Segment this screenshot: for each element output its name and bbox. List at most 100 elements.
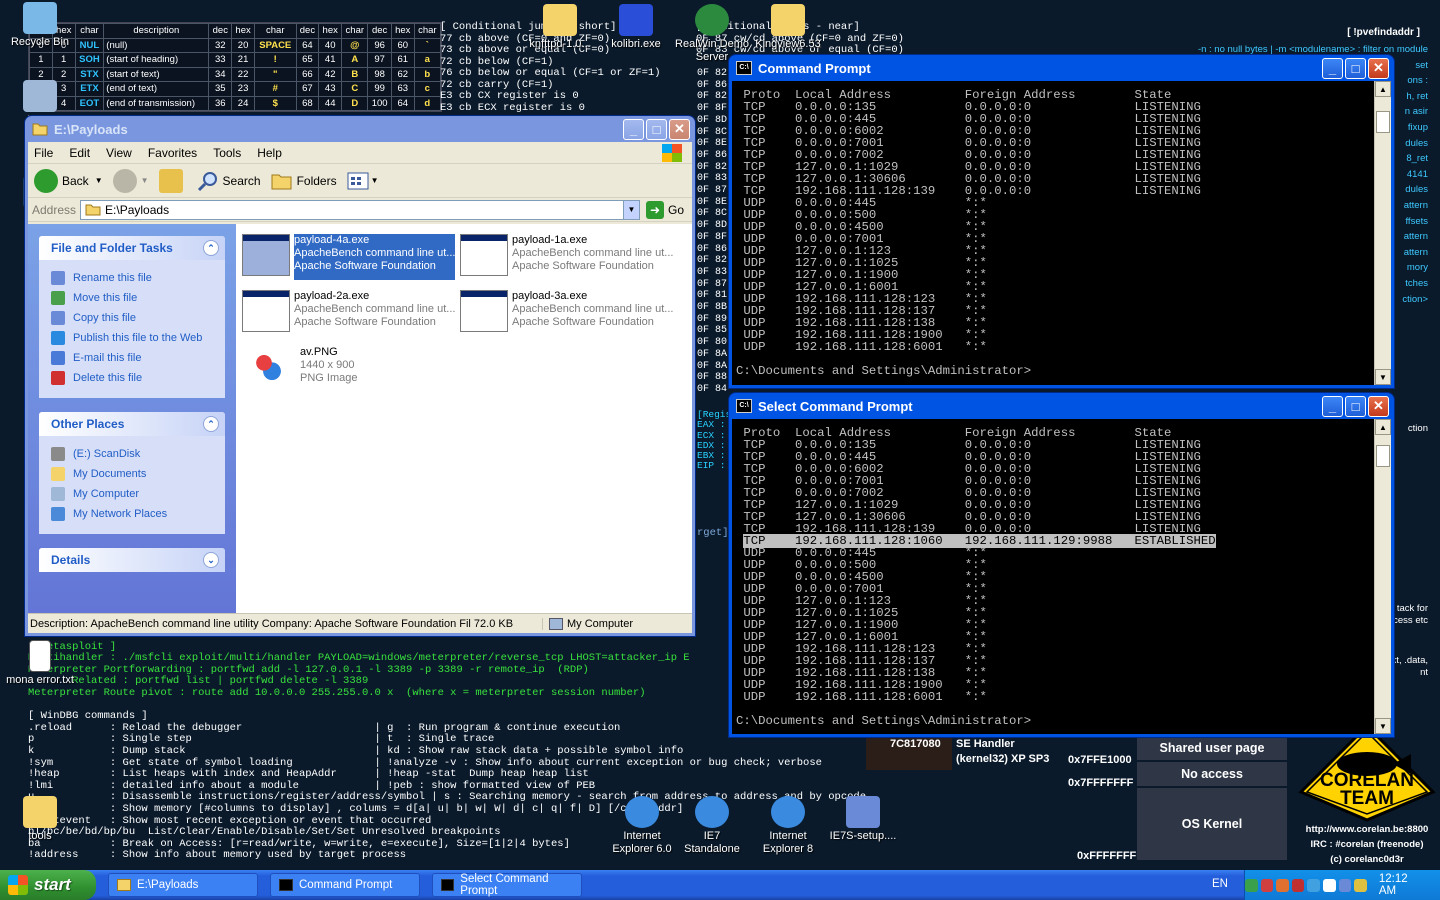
- tray-icon[interactable]: [1338, 878, 1352, 892]
- menu-favorites[interactable]: Favorites: [148, 146, 197, 160]
- corelan-url: http://www.corelan.be:8800: [1305, 824, 1429, 835]
- scroll-thumb[interactable]: [1376, 445, 1390, 467]
- scroll-up-button[interactable]: ▲: [1375, 419, 1391, 435]
- menu-bar: File Edit View Favorites Tools Help: [28, 142, 692, 164]
- task-delete-this-file[interactable]: Delete this file: [51, 368, 225, 388]
- start-button[interactable]: start: [0, 870, 96, 900]
- taskbar-item[interactable]: Command Prompt: [270, 873, 420, 897]
- address-field[interactable]: E:\Payloads ▼: [80, 199, 640, 220]
- taskbar-item[interactable]: Select Command Prompt: [432, 873, 582, 897]
- pvefindaddr-line: fixup: [1407, 122, 1428, 133]
- scroll-thumb[interactable]: [1376, 111, 1390, 133]
- place-my-network-places[interactable]: My Network Places: [51, 504, 225, 524]
- file-item[interactable]: payload-3a.exe ApacheBench command line u…: [460, 290, 674, 336]
- scroll-up-button[interactable]: ▲: [1375, 81, 1391, 97]
- minimize-button[interactable]: _: [1322, 395, 1343, 417]
- collapse-chevron-icon[interactable]: ⌃: [203, 240, 219, 256]
- expand-chevron-icon[interactable]: ⌄: [203, 552, 219, 568]
- desktop-icon[interactable]: Kingview6.53: [748, 4, 828, 51]
- task-publish-this-file-to-the-web[interactable]: Publish this file to the Web: [51, 328, 225, 348]
- explorer-window[interactable]: E:\Payloads _ □ ✕ File Edit View Favorites T…: [25, 116, 695, 636]
- tray-icon[interactable]: [1291, 878, 1305, 892]
- tray-icon[interactable]: [1307, 878, 1321, 892]
- ie-icon: [625, 796, 659, 828]
- scroll-down-button[interactable]: ▼: [1375, 369, 1391, 385]
- collapse-chevron-icon[interactable]: ⌃: [203, 416, 219, 432]
- file-item[interactable]: payload-1a.exe ApacheBench command line u…: [460, 234, 674, 280]
- menu-edit[interactable]: Edit: [69, 146, 90, 160]
- task-rename-this-file[interactable]: Rename this file: [51, 268, 225, 288]
- file-list: payload-4a.exe ApacheBench command line u…: [236, 224, 692, 613]
- close-button[interactable]: ✕: [1368, 395, 1389, 417]
- back-button[interactable]: Back ▼: [34, 168, 103, 193]
- menu-file[interactable]: File: [34, 146, 53, 160]
- other-places-header[interactable]: Other Places ⌃: [39, 412, 225, 436]
- details-header[interactable]: Details ⌄: [39, 548, 225, 572]
- go-button[interactable]: ➜ Go: [645, 200, 684, 219]
- tray-icon[interactable]: [1245, 878, 1258, 892]
- tray-icon[interactable]: [1354, 878, 1367, 892]
- task-move-this-file[interactable]: Move this file: [51, 288, 225, 308]
- cmd2-scrollbar[interactable]: ▲ ▼: [1374, 419, 1391, 734]
- language-indicator[interactable]: EN: [1212, 878, 1228, 890]
- place--e-scandisk[interactable]: (E:) ScanDisk: [51, 444, 225, 464]
- command-prompt-line: C:\Documents and Settings\Administrator>: [736, 714, 1032, 728]
- views-button[interactable]: ▼: [347, 172, 379, 190]
- file-item[interactable]: payload-4a.exe ApacheBench command line u…: [242, 234, 456, 280]
- desktop-icon[interactable]: tools: [0, 796, 80, 843]
- desktop-icon[interactable]: kolibri.exe: [596, 4, 676, 51]
- place-my-computer[interactable]: My Computer: [51, 484, 225, 504]
- desktop-icon[interactable]: mona error.txt: [0, 640, 80, 687]
- desktop-icon[interactable]: Recycle Bin: [0, 2, 80, 49]
- desktop-icon-label-line: Standalone: [684, 843, 740, 855]
- clock[interactable]: 12:12 AM: [1379, 873, 1426, 897]
- taskbar-item[interactable]: E:\Payloads: [108, 873, 258, 897]
- close-button[interactable]: ✕: [1368, 57, 1389, 79]
- cmd-window-2[interactable]: C:\ Select Command Prompt _ □ ✕ Proto Lo…: [729, 393, 1394, 737]
- maximize-button[interactable]: □: [1345, 395, 1366, 417]
- scroll-down-button[interactable]: ▼: [1375, 718, 1391, 734]
- cmd1-output[interactable]: Proto Local Address Foreign Address Stat…: [732, 81, 1374, 385]
- task-e-mail-this-file[interactable]: E-mail this file: [51, 348, 225, 368]
- globe-icon: [695, 4, 729, 36]
- file-name: av.PNG: [300, 346, 338, 358]
- file-item[interactable]: payload-2a.exe ApacheBench command line u…: [242, 290, 456, 336]
- menu-help[interactable]: Help: [257, 146, 282, 160]
- close-button[interactable]: ✕: [669, 118, 690, 140]
- tray-icon[interactable]: [1260, 878, 1274, 892]
- maximize-button[interactable]: □: [1345, 57, 1366, 79]
- task-copy-this-file[interactable]: Copy this file: [51, 308, 225, 328]
- cmd-window-1[interactable]: C:\ Command Prompt _ □ ✕ Proto Local Add…: [729, 55, 1394, 388]
- place-my-documents[interactable]: My Documents: [51, 464, 225, 484]
- file-desc: ApacheBench command line ut...: [512, 303, 674, 315]
- ascii-cell: 64: [390, 95, 415, 111]
- cmd1-scrollbar[interactable]: ▲ ▼: [1374, 81, 1391, 385]
- maximize-button[interactable]: □: [646, 118, 667, 140]
- address-dropdown[interactable]: ▼: [622, 200, 639, 219]
- other-places-panel: Other Places ⌃ (E:) ScanDisk My Documents M…: [39, 412, 225, 534]
- menu-tools[interactable]: Tools: [213, 146, 241, 160]
- desktop-icon[interactable]: IE7 Standalone: [672, 796, 752, 856]
- ascii-cell: (end of text): [103, 81, 210, 97]
- minimize-button[interactable]: _: [1322, 57, 1343, 79]
- up-folder-button[interactable]: [158, 168, 187, 193]
- minimize-button[interactable]: _: [623, 118, 644, 140]
- folders-button[interactable]: Folders: [271, 171, 337, 191]
- desktop-icon[interactable]: Internet Explorer 6.0: [602, 796, 682, 856]
- file-item[interactable]: av.PNG 1440 x 900 PNG Image: [242, 346, 456, 392]
- file-folder-tasks-header[interactable]: File and Folder Tasks ⌃: [39, 236, 225, 260]
- search-button[interactable]: Search: [197, 170, 261, 192]
- tray-icon[interactable]: [1323, 878, 1336, 892]
- explorer-titlebar[interactable]: E:\Payloads _ □ ✕: [28, 116, 692, 142]
- menu-view[interactable]: View: [106, 146, 132, 160]
- tray-icon[interactable]: [1276, 878, 1289, 892]
- status-description: Description: ApacheBench command line ut…: [30, 617, 514, 630]
- cmd1-titlebar[interactable]: C:\ Command Prompt _ □ ✕: [732, 55, 1391, 81]
- cmd2-output[interactable]: Proto Local Address Foreign Address Stat…: [732, 419, 1374, 734]
- desktop-icon[interactable]: Internet Explorer 8: [748, 796, 828, 856]
- desktop-icon[interactable]: knfttpd-1.0...: [520, 4, 600, 51]
- cmd2-titlebar[interactable]: C:\ Select Command Prompt _ □ ✕: [732, 393, 1391, 419]
- desktop-icon[interactable]: IE7S-setup....: [823, 796, 903, 843]
- forward-button[interactable]: ▼: [112, 168, 149, 193]
- task-label: Publish this file to the Web: [73, 332, 203, 344]
